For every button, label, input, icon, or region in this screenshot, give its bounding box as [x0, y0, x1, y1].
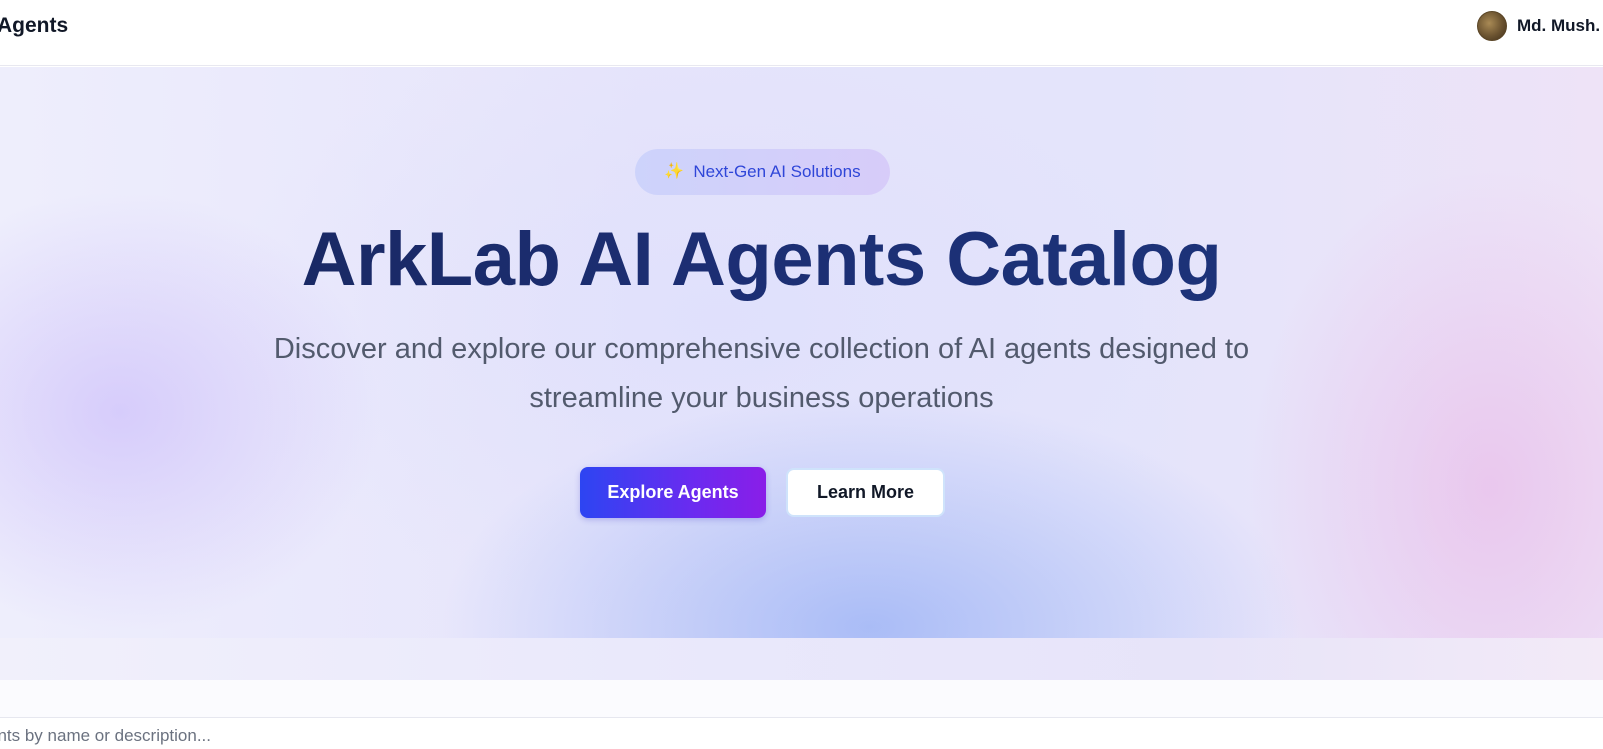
filter-bar: [0, 680, 1603, 718]
explore-agents-button[interactable]: Explore Agents: [580, 467, 766, 518]
brand-title[interactable]: Agents: [0, 14, 68, 38]
user-name[interactable]: Md. Mush.: [1517, 16, 1600, 36]
sparkles-icon: ✨: [664, 163, 685, 180]
avatar[interactable]: [1477, 11, 1507, 41]
hero-badge: ✨ Next-Gen AI Solutions: [635, 149, 890, 195]
top-navbar: Agents Md. Mush.: [0, 0, 1603, 66]
hero-subtitle: Discover and explore our comprehensive c…: [273, 333, 1250, 414]
page-title: ArkLab AI Agents Catalog: [0, 215, 1523, 305]
badge-text: Next-Gen AI Solutions: [693, 162, 861, 181]
user-menu[interactable]: Md. Mush.: [1477, 11, 1600, 41]
hero-section: ✨ Next-Gen AI Solutions ArkLab AI Agents…: [0, 67, 1603, 638]
hero-bottom-band: [0, 638, 1603, 680]
search-input[interactable]: [0, 722, 688, 749]
learn-more-button[interactable]: Learn More: [786, 468, 945, 517]
